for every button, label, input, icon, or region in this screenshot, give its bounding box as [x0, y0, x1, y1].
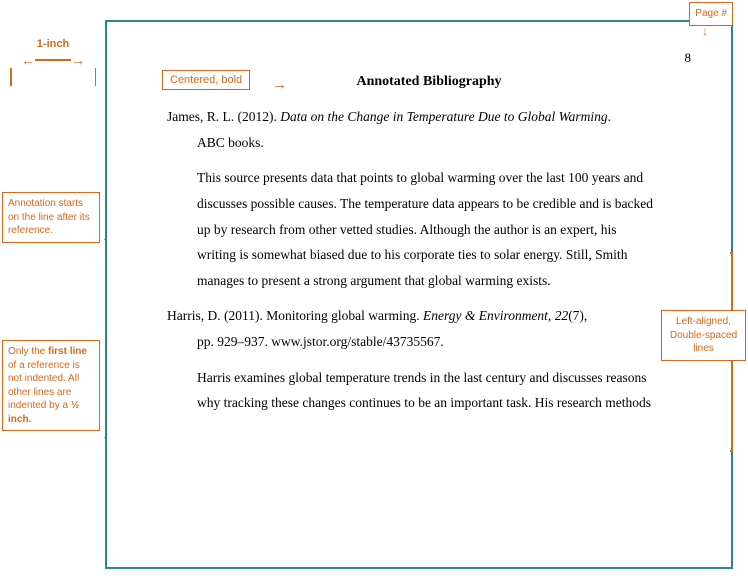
centered-bold-box: Centered, bold: [162, 70, 250, 90]
left-aligned-box: Left-aligned, Double-spaced lines: [661, 310, 746, 361]
ref1-text: James, R. L. (2012). Data on the Change …: [167, 109, 611, 124]
one-inch-dim: 1-inch ← →: [8, 38, 98, 86]
page-header: 8: [167, 50, 691, 66]
annotation-1-text: This source presents data that points to…: [197, 170, 643, 185]
title-text: Annotated Bibliography: [356, 74, 501, 89]
annotation-1-line3: up by research from other vetted studies…: [197, 222, 617, 237]
one-inch-label: 1-inch: [37, 38, 69, 50]
left-aligned-label: Left-aligned, Double-spaced lines: [670, 316, 737, 354]
reference-1: James, R. L. (2012). Data on the Change …: [167, 104, 691, 155]
centered-bold-arrow: →: [272, 76, 287, 93]
reference-2: Harris, D. (2011). Monitoring global war…: [167, 303, 691, 354]
annotation-starts-label: Annotation starts on the line after its …: [8, 198, 90, 236]
page-number: 8: [685, 50, 692, 66]
first-line-box: Only the first line of a reference is no…: [2, 340, 100, 431]
document-page: 8 Annotated Bibliography James, R. L. (2…: [105, 20, 733, 569]
annotation-1: This source presents data that points to…: [167, 165, 691, 293]
ref1-first-line: James, R. L. (2012). Data on the Change …: [167, 104, 691, 130]
annotation-1-line2: discusses possible causes. The temperatu…: [197, 196, 653, 211]
annotation-starts-box: Annotation starts on the line after its …: [2, 192, 100, 243]
ref2-continuation: pp. 929–937. www.jstor.org/stable/437355…: [167, 329, 691, 355]
ref1-continuation: ABC books.: [167, 130, 691, 156]
centered-bold-label: Centered, bold: [170, 74, 242, 86]
annotation-2: Harris examines global temperature trend…: [167, 365, 691, 416]
ref1-cont-text: ABC books.: [197, 135, 264, 150]
page-hash-label: Page #: [695, 8, 727, 19]
page-content: 8 Annotated Bibliography James, R. L. (2…: [107, 22, 731, 567]
ref2-text: Harris, D. (2011). Monitoring global war…: [167, 308, 587, 323]
ref2-cont-text: pp. 929–937. www.jstor.org/stable/437355…: [197, 334, 444, 349]
annotation-2-line2: why tracking these changes continues to …: [197, 395, 651, 410]
page-hash-box: Page #: [689, 2, 733, 26]
ref2-first-line: Harris, D. (2011). Monitoring global war…: [167, 303, 691, 329]
annotation-1-line5: manages to present a strong argument tha…: [197, 273, 551, 288]
annotation-1-line4: writing is somewhat biased due to his co…: [197, 247, 627, 262]
page-container: 1-inch ← → Annotation starts on the line…: [0, 0, 748, 579]
annotation-2-text: Harris examines global temperature trend…: [197, 370, 647, 385]
